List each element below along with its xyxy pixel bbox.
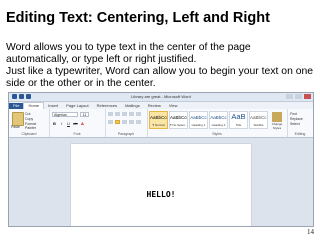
style-name: Subtitle <box>253 123 264 127</box>
document-area: HELLO! <box>9 138 313 226</box>
document-page[interactable]: HELLO! <box>71 144 251 226</box>
paste-icon[interactable] <box>12 112 24 126</box>
justify-icon[interactable] <box>129 120 134 124</box>
document-text[interactable]: HELLO! <box>71 190 251 200</box>
list-row <box>108 112 141 116</box>
tab-home[interactable]: Home <box>23 102 45 109</box>
tab-file[interactable]: File <box>9 102 24 109</box>
style-name: Title <box>235 123 242 127</box>
style-sample: AaBbCc <box>190 115 207 120</box>
maximize-button[interactable] <box>295 94 302 99</box>
cut-button[interactable]: Cut <box>25 112 47 116</box>
intro-paragraph: Word allows you to type text in the cent… <box>6 42 251 65</box>
typewriter-paragraph: Just like a typewriter, Word can allow y… <box>6 66 314 89</box>
font-name-select[interactable]: Algerian <box>52 112 78 117</box>
tab-insert[interactable]: Insert <box>44 103 62 109</box>
close-button[interactable] <box>304 94 311 99</box>
style-title[interactable]: AaB Title <box>229 111 248 129</box>
style-sample: AaBbCc. <box>250 115 267 120</box>
decrease-indent-icon[interactable] <box>129 112 134 116</box>
bullets-icon[interactable] <box>108 112 113 116</box>
style-name: ¶ Normal <box>152 123 165 127</box>
style-heading-1[interactable]: AaBbCc Heading 1 <box>189 111 208 129</box>
font-group-label: Font <box>73 132 81 136</box>
strikethrough-icon[interactable]: ab <box>73 121 78 126</box>
tab-view[interactable]: View <box>165 103 182 109</box>
window-controls <box>286 94 311 99</box>
font-group: Algerian 11 B I U ab A Font <box>49 109 106 137</box>
align-center-icon[interactable] <box>115 120 120 124</box>
tab-page-layout[interactable]: Page Layout <box>62 103 92 109</box>
multilevel-list-icon[interactable] <box>122 112 127 116</box>
style-no-spacing[interactable]: AaBbCcDc ¶ No Spaci... <box>169 111 188 129</box>
ribbon-tabs: File Home Insert Page Layout References … <box>9 102 313 109</box>
style-name: Heading 1 <box>191 123 206 127</box>
align-left-icon[interactable] <box>108 120 113 124</box>
style-heading-2[interactable]: AaBbCc Heading 2 <box>209 111 228 129</box>
copy-button[interactable]: Copy <box>25 117 47 121</box>
clipboard-group-label: Clipboard <box>21 132 37 136</box>
tab-mailings[interactable]: Mailings <box>121 103 144 109</box>
styles-group-label: Styles <box>212 132 222 136</box>
paragraph-group: Paragraph <box>105 109 148 137</box>
format-painter-button[interactable]: Format Painter <box>25 122 47 130</box>
editing-group: Find Replace Select Editing <box>287 109 313 137</box>
clipboard-group: Paste Cut Copy Format Painter Clipboard <box>9 109 50 137</box>
select-button[interactable]: Select <box>290 122 300 126</box>
style-subtitle[interactable]: AaBbCc. Subtitle <box>249 111 268 129</box>
word-screenshot: Library are great - Microsoft Word File … <box>8 92 314 227</box>
line-spacing-icon[interactable] <box>136 120 141 124</box>
numbering-icon[interactable] <box>115 112 120 116</box>
bold-icon[interactable]: B <box>52 121 57 126</box>
tab-review[interactable]: Review <box>144 103 165 109</box>
style-sample: AaBbCcDc <box>150 115 167 120</box>
underline-icon[interactable]: U <box>66 121 71 126</box>
style-name: ¶ No Spaci... <box>170 123 187 127</box>
style-sample: AaB <box>231 113 246 121</box>
increase-indent-icon[interactable] <box>136 112 141 116</box>
slide-page-number: 14 <box>307 228 314 236</box>
style-sample: AaBbCcDc <box>170 115 187 120</box>
ribbon: Paste Cut Copy Format Painter Clipboard … <box>9 109 313 138</box>
editing-group-label: Editing <box>294 132 306 136</box>
find-button[interactable]: Find <box>290 112 297 116</box>
replace-button[interactable]: Replace <box>290 117 303 121</box>
styles-group: AaBbCcDc ¶ Normal AaBbCcDc ¶ No Spaci...… <box>147 109 288 137</box>
text-color-icon[interactable]: A <box>80 121 85 126</box>
style-normal[interactable]: AaBbCcDc ¶ Normal <box>149 111 168 129</box>
style-sample: AaBbCc <box>210 115 227 120</box>
alignment-row <box>108 120 141 124</box>
align-right-icon[interactable] <box>122 120 127 124</box>
font-size-select[interactable]: 11 <box>80 112 89 117</box>
slide-title: Editing Text: Centering, Left and Right <box>6 10 270 26</box>
style-name: Heading 2 <box>211 123 226 127</box>
minimize-button[interactable] <box>286 94 293 99</box>
paragraph-group-label: Paragraph <box>117 132 135 136</box>
font-format-row: B I U ab A <box>52 121 85 126</box>
tab-references[interactable]: References <box>93 103 121 109</box>
window-title: Library are great - Microsoft Word <box>131 94 191 99</box>
word-title-bar: Library are great - Microsoft Word <box>9 93 313 102</box>
italic-icon[interactable]: I <box>59 121 64 126</box>
paste-button[interactable]: Paste <box>11 125 20 129</box>
change-styles-button[interactable]: Change Styles <box>270 122 284 130</box>
change-styles-icon[interactable] <box>272 112 282 122</box>
